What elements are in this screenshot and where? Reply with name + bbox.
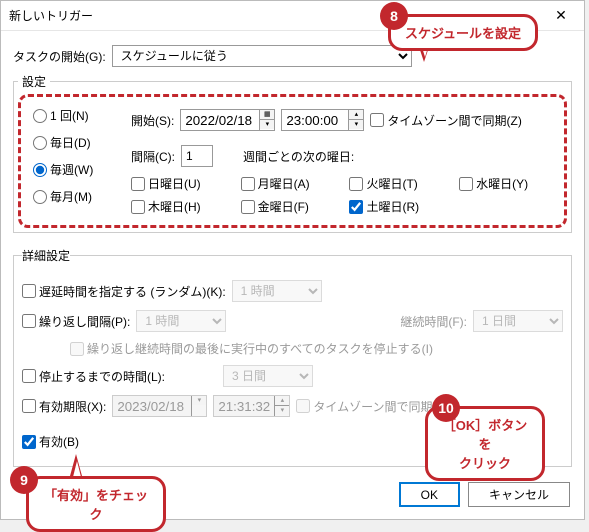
callout-8: スケジュールを設定 xyxy=(388,14,538,51)
day-tue[interactable]: 火曜日(T) xyxy=(349,175,445,192)
day-sun[interactable]: 日曜日(U) xyxy=(131,175,227,192)
expire-tz-checkbox: タイムゾーン間で同期 xyxy=(296,398,432,415)
badge-8: 8 xyxy=(380,2,408,30)
delay-select: 1 時間 xyxy=(232,280,322,302)
weekdays-label: 週間ごとの次の曜日: xyxy=(243,148,354,165)
freq-once[interactable]: 1 回(N) xyxy=(33,107,119,124)
callout-9-pointer xyxy=(70,454,82,476)
expire-time-input: ▴▾ xyxy=(213,395,290,417)
start-date-input[interactable]: ▦▾ xyxy=(180,109,275,131)
task-start-select[interactable]: スケジュールに従う xyxy=(112,45,412,67)
stop-repeat-checkbox: 繰り返し継続時間の最後に実行中のすべてのタスクを停止する(I) xyxy=(70,340,433,357)
chevron-down-icon[interactable]: ▾ xyxy=(260,120,274,129)
advanced-legend: 詳細設定 xyxy=(22,247,70,264)
duration-select: 1 日間 xyxy=(473,310,563,332)
settings-legend: 設定 xyxy=(18,73,50,90)
expire-checkbox[interactable]: 有効期限(X): xyxy=(22,398,106,415)
close-icon[interactable]: ✕ xyxy=(546,2,576,30)
badge-9: 9 xyxy=(10,466,38,494)
stop-after-checkbox[interactable]: 停止するまでの時間(L): xyxy=(22,368,165,385)
stop-after-select: 3 日間 xyxy=(223,365,313,387)
spin-down-icon[interactable]: ▾ xyxy=(349,120,363,129)
settings-group: 設定 1 回(N) 毎日(D) 毎週(W) 毎月(M) 開始(S): ▦▾ xyxy=(13,73,572,233)
cancel-button[interactable]: キャンセル xyxy=(468,482,570,507)
frequency-options: 1 回(N) 毎日(D) 毎週(W) 毎月(M) xyxy=(31,103,121,209)
task-start-label: タスクの開始(G): xyxy=(13,48,106,65)
freq-monthly[interactable]: 毎月(M) xyxy=(33,188,119,205)
start-label: 開始(S): xyxy=(131,112,174,129)
spin-up-icon: ▴ xyxy=(275,396,289,406)
interval-label: 間隔(C): xyxy=(131,148,175,165)
day-wed[interactable]: 水曜日(Y) xyxy=(459,175,554,192)
freq-weekly[interactable]: 毎週(W) xyxy=(33,161,119,178)
footer-buttons: OK キャンセル xyxy=(399,482,570,507)
spin-down-icon: ▾ xyxy=(275,406,289,415)
badge-10: 10 xyxy=(432,394,460,422)
day-thu[interactable]: 木曜日(H) xyxy=(131,198,227,215)
day-fri[interactable]: 金曜日(F) xyxy=(241,198,336,215)
spin-up-icon[interactable]: ▴ xyxy=(349,110,363,120)
callout-9: 「有効」をチェック xyxy=(26,476,166,532)
tz-sync-checkbox[interactable]: タイムゾーン間で同期(Z) xyxy=(370,112,521,129)
duration-label: 継続時間(F): xyxy=(400,313,467,330)
day-sat[interactable]: 土曜日(R) xyxy=(349,198,445,215)
window-title: 新しいトリガー xyxy=(9,7,93,24)
ok-button[interactable]: OK xyxy=(399,482,460,507)
freq-daily[interactable]: 毎日(D) xyxy=(33,134,119,151)
delay-checkbox[interactable]: 遅延時間を指定する (ランダム)(K): xyxy=(22,283,226,300)
schedule-highlight: 1 回(N) 毎日(D) 毎週(W) 毎月(M) 開始(S): ▦▾ xyxy=(18,94,567,228)
interval-input[interactable] xyxy=(181,145,213,167)
repeat-checkbox[interactable]: 繰り返し間隔(P): xyxy=(22,313,130,330)
start-time-input[interactable]: ▴▾ xyxy=(281,109,364,131)
chevron-down-icon: ▾ xyxy=(192,396,206,405)
repeat-select: 1 時間 xyxy=(136,310,226,332)
weekday-grid: 日曜日(U) 月曜日(A) 火曜日(T) 水曜日(Y) 木曜日(H) 金曜日(F… xyxy=(131,175,554,215)
enabled-checkbox[interactable]: 有効(B) xyxy=(22,433,79,450)
calendar-icon[interactable]: ▦ xyxy=(260,110,274,120)
expire-date-input: ▾ xyxy=(112,395,207,417)
day-mon[interactable]: 月曜日(A) xyxy=(241,175,336,192)
